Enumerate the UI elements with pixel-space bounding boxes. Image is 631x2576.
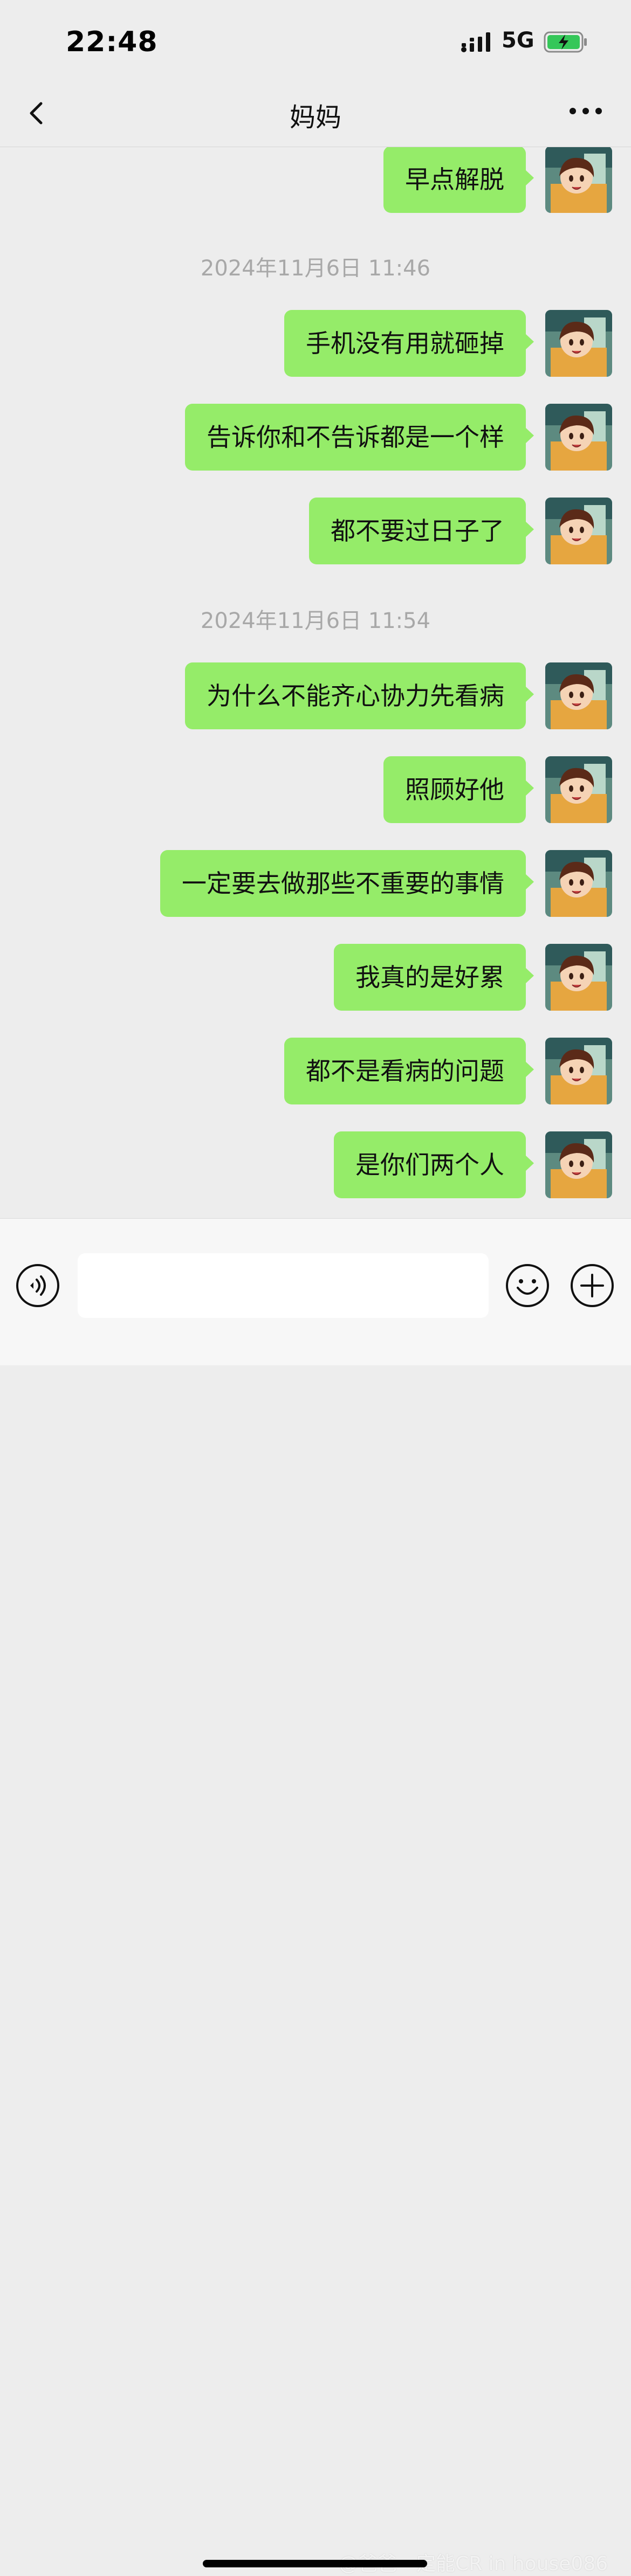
message-list[interactable]: 早点解脱 2024年11月6日 11:46 手机没有用就砸掉 告诉你和不告诉都是… (0, 147, 631, 1218)
timestamp: 2024年11月6日 11:46 (200, 256, 431, 281)
message-row: 告诉你和不告诉都是一个样 (19, 404, 612, 471)
timestamp: 2024年11月6日 11:54 (200, 609, 431, 633)
avatar[interactable] (545, 944, 612, 1011)
avatar[interactable] (545, 1131, 612, 1198)
message-row: 都不是看病的问题 (19, 1038, 612, 1104)
avatar[interactable] (545, 498, 612, 564)
status-bar: 22:48 5G (0, 0, 631, 81)
plus-icon[interactable] (570, 1263, 615, 1308)
message-row: 我真的是好累 (19, 944, 612, 1011)
network-label: 5G (502, 28, 534, 53)
avatar-image (545, 1038, 612, 1104)
message-bubble[interactable]: 为什么不能齐心协力先看病 (185, 662, 534, 729)
message-bubble[interactable]: 我真的是好累 (334, 944, 534, 1011)
avatar-image (545, 404, 612, 471)
message-bubble[interactable]: 一定要去做那些不重要的事情 (160, 850, 534, 917)
signal-icon (461, 32, 490, 52)
avatar[interactable] (545, 1038, 612, 1104)
avatar[interactable] (545, 147, 612, 213)
message-bubble[interactable]: 都不是看病的问题 (284, 1038, 534, 1104)
avatar-image (545, 662, 612, 729)
message-row: 照顾好他 (19, 756, 612, 823)
status-time: 22:48 (66, 26, 158, 58)
message-row: 都不要过日子了 (19, 498, 612, 564)
message-bubble[interactable]: 告诉你和不告诉都是一个样 (185, 404, 534, 471)
message-row: 是你们两个人 (19, 1131, 612, 1198)
message-row: 早点解脱 (19, 147, 612, 213)
avatar-image (545, 944, 612, 1011)
message-row: 一定要去做那些不重要的事情 (19, 850, 612, 917)
voice-icon[interactable] (15, 1263, 60, 1308)
more-ellipsis-icon[interactable] (564, 95, 607, 127)
message-bubble[interactable]: 早点解脱 (383, 147, 534, 213)
chat-title: 妈妈 (289, 102, 341, 133)
message-bubble[interactable]: 是你们两个人 (334, 1131, 534, 1198)
avatar-image (545, 850, 612, 917)
message-row: 为什么不能齐心协力先看病 (19, 662, 612, 729)
home-indicator[interactable] (203, 2560, 427, 2567)
battery-charging-icon (544, 31, 587, 53)
message-input[interactable] (78, 1253, 489, 1318)
nav-bar: 妈妈 (0, 81, 631, 147)
emoji-icon[interactable] (505, 1263, 550, 1308)
avatar[interactable] (545, 310, 612, 377)
input-bar: @爸爸一定能CR in house086 (0, 1218, 631, 2575)
avatar-image (545, 498, 612, 564)
avatar[interactable] (545, 850, 612, 917)
message-bubble[interactable]: 都不要过日子了 (309, 498, 534, 564)
message-bubble[interactable]: 照顾好他 (383, 756, 534, 823)
avatar-image (545, 756, 612, 823)
message-bubble[interactable]: 手机没有用就砸掉 (284, 310, 534, 377)
avatar[interactable] (545, 756, 612, 823)
message-row: 手机没有用就砸掉 (19, 310, 612, 377)
avatar-image (545, 147, 612, 213)
avatar[interactable] (545, 662, 612, 729)
avatar-image (545, 1131, 612, 1198)
avatar[interactable] (545, 404, 612, 471)
avatar-image (545, 310, 612, 377)
